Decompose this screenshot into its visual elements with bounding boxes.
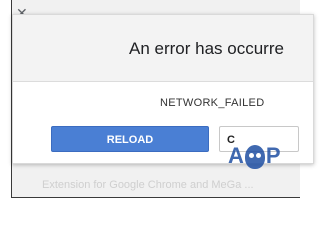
error-code: NETWORK_FAILED — [160, 97, 265, 109]
dialog-title: An error has occurre — [129, 39, 284, 58]
mascot-icon — [244, 145, 265, 170]
reload-button[interactable]: RELOAD — [51, 126, 209, 152]
background-description: Extension for Google Chrome and MeGa ... — [42, 179, 254, 191]
watermark-letter-p: P — [265, 143, 281, 168]
watermark-logo: AP — [228, 136, 300, 176]
watermark-letter-a: A — [228, 143, 244, 168]
dialog-header: An error has occurre — [13, 15, 313, 82]
